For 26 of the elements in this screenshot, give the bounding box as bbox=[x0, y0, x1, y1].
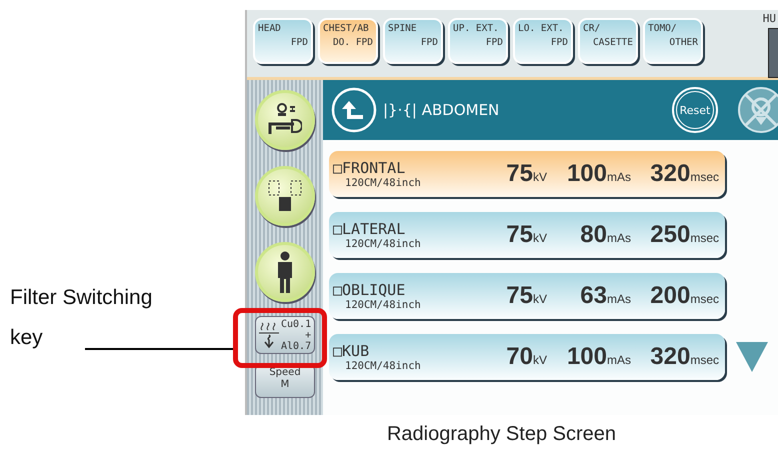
filter-icon bbox=[259, 321, 279, 349]
figure-caption: Radiography Step Screen bbox=[386, 423, 616, 446]
mode-button[interactable] bbox=[255, 242, 315, 302]
category-tab[interactable]: CR/ CASETTE bbox=[578, 18, 638, 64]
annotation-label: key bbox=[10, 325, 43, 351]
category-tab[interactable]: CHEST/AB DO. FPD bbox=[318, 18, 378, 64]
annotation-label: Filter Switching bbox=[10, 285, 152, 311]
category-tab[interactable]: UP. EXT. FPD bbox=[448, 18, 508, 64]
corner-label: HU bbox=[762, 12, 776, 25]
screen-title: |}·{| ABDOMEN bbox=[383, 101, 500, 119]
filter-switching-key[interactable]: Cu0.1 + Al0.7 bbox=[255, 316, 315, 354]
return-icon[interactable] bbox=[331, 87, 377, 133]
scroll-down-icon[interactable] bbox=[735, 341, 769, 373]
category-tab[interactable]: LO. EXT. FPD bbox=[513, 18, 573, 64]
reset-button[interactable]: Reset bbox=[672, 87, 718, 133]
category-tab[interactable]: HEAD FPD bbox=[253, 18, 313, 64]
exposure-step[interactable]: □LATERAL 120CM/48inch 75kV 80mAs 250msec bbox=[329, 212, 725, 258]
detector-icon bbox=[267, 179, 303, 213]
category-tab[interactable]: TOMO/ OTHER bbox=[643, 18, 703, 64]
exposure-step[interactable]: □FRONTAL 120CM/48inch 75kV 100mAs 320msec bbox=[329, 151, 725, 197]
category-tab[interactable]: SPINE FPD bbox=[383, 18, 443, 64]
mode-button[interactable] bbox=[255, 166, 315, 226]
mode-button[interactable] bbox=[255, 90, 315, 150]
exposure-step[interactable]: □OBLIQUE 120CM/48inch 75kV 63mAs 200msec bbox=[329, 273, 725, 319]
person-icon bbox=[275, 251, 295, 293]
exposure-step[interactable]: □KUB 120CM/48inch 70kV 100mAs 320msec bbox=[329, 334, 725, 380]
